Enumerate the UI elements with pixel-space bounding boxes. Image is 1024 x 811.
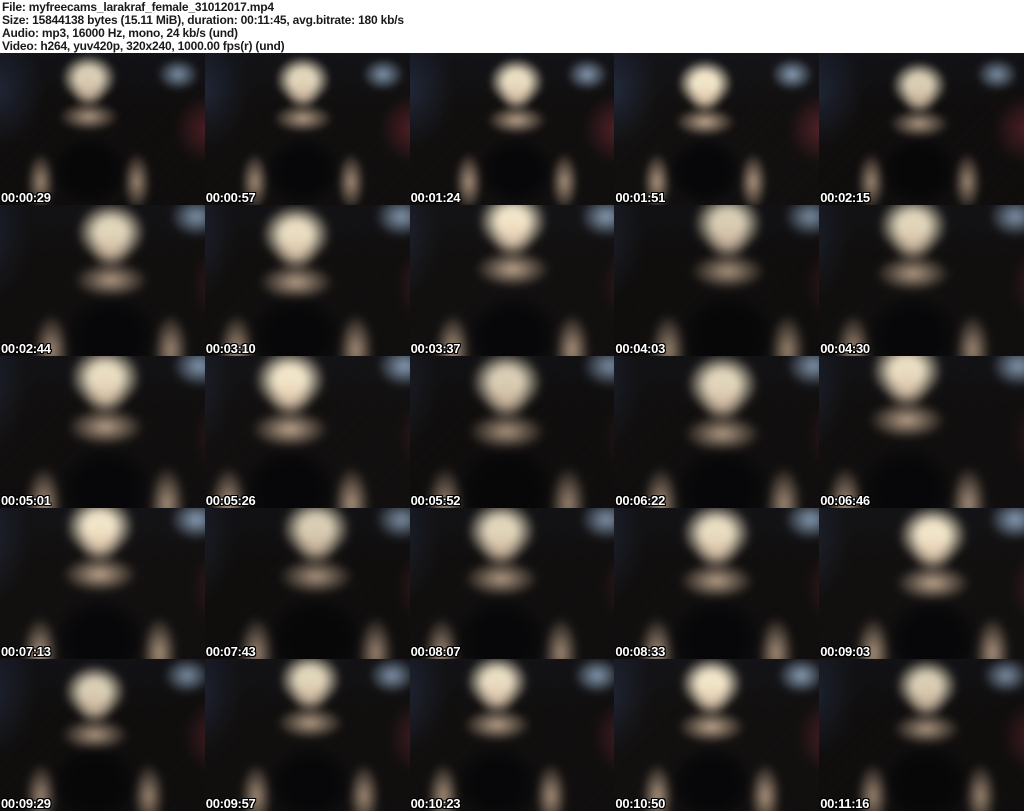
video-thumbnail: 00:07:43 (204, 507, 410, 660)
timestamp-label: 00:03:37 (410, 341, 461, 357)
timestamp-label: 00:01:24 (410, 189, 461, 205)
thumbnail-frame-image (204, 659, 410, 811)
thumbnail-frame-image (819, 507, 1024, 660)
thumbnail-frame-image (0, 659, 205, 811)
thumbnail-frame-image (819, 53, 1024, 205)
media-info-header: File: myfreecams_larakraf_female_3101201… (0, 0, 1024, 53)
thumbnail-frame-image (614, 53, 820, 205)
thumbnail-frame-image (204, 507, 410, 660)
video-thumbnail: 00:11:16 (819, 659, 1024, 811)
thumbnail-frame-image (409, 659, 615, 811)
video-thumbnail: 00:04:30 (819, 204, 1024, 357)
video-thumbnail: 00:01:51 (614, 53, 820, 205)
thumbnail-frame-image (0, 204, 205, 357)
timestamp-label: 00:00:29 (1, 189, 51, 205)
thumbnail-frame-image (409, 356, 615, 508)
thumbnail-grid: 00:00:29 00:00:57 00:01:24 00:01:51 00:0… (0, 53, 1024, 811)
thumbnail-frame-image (819, 204, 1024, 357)
thumbnail-frame-image (0, 356, 205, 508)
timestamp-label: 00:05:52 (410, 492, 461, 508)
thumbnail-sheet: File: myfreecams_larakraf_female_3101201… (0, 0, 1024, 811)
timestamp-label: 00:05:26 (205, 492, 256, 508)
timestamp-label: 00:04:03 (615, 341, 666, 357)
video-thumbnail: 00:06:46 (819, 356, 1024, 508)
video-thumbnail: 00:05:01 (0, 356, 205, 508)
thumbnail-frame-image (409, 53, 615, 205)
video-thumbnail: 00:07:13 (0, 507, 205, 660)
thumbnail-frame-image (614, 204, 820, 357)
timestamp-label: 00:02:44 (1, 341, 51, 357)
timestamp-label: 00:00:57 (205, 189, 256, 205)
video-thumbnail: 00:03:10 (204, 204, 410, 357)
timestamp-label: 00:05:01 (1, 492, 51, 508)
video-thumbnail: 00:03:37 (409, 204, 615, 357)
video-thumbnail: 00:02:44 (0, 204, 205, 357)
thumbnail-frame-image (204, 53, 410, 205)
video-thumbnail: 00:08:07 (409, 507, 615, 660)
thumbnail-frame-image (204, 204, 410, 357)
timestamp-label: 00:07:13 (1, 644, 51, 660)
timestamp-label: 00:09:03 (820, 644, 870, 660)
thumbnail-frame-image (0, 507, 205, 660)
video-thumbnail: 00:08:33 (614, 507, 820, 660)
thumbnail-frame-image (614, 507, 820, 660)
timestamp-label: 00:10:50 (615, 796, 666, 811)
video-thumbnail: 00:00:29 (0, 53, 205, 205)
video-thumbnail: 00:02:15 (819, 53, 1024, 205)
timestamp-label: 00:03:10 (205, 341, 256, 357)
timestamp-label: 00:08:33 (615, 644, 666, 660)
thumbnail-frame-image (409, 507, 615, 660)
timestamp-label: 00:10:23 (410, 796, 461, 811)
thumbnail-frame-image (0, 53, 205, 205)
timestamp-label: 00:09:29 (1, 796, 51, 811)
timestamp-label: 00:08:07 (410, 644, 461, 660)
video-thumbnail: 00:05:52 (409, 356, 615, 508)
timestamp-label: 00:06:46 (820, 492, 870, 508)
video-thumbnail: 00:06:22 (614, 356, 820, 508)
thumbnail-frame-image (614, 659, 820, 811)
video-thumbnail: 00:09:29 (0, 659, 205, 811)
timestamp-label: 00:09:57 (205, 796, 256, 811)
timestamp-label: 00:06:22 (615, 492, 666, 508)
timestamp-label: 00:11:16 (820, 796, 870, 811)
thumbnail-frame-image (409, 204, 615, 357)
timestamp-label: 00:04:30 (820, 341, 870, 357)
thumbnail-frame-image (819, 659, 1024, 811)
thumbnail-frame-image (204, 356, 410, 508)
timestamp-label: 00:07:43 (205, 644, 256, 660)
video-thumbnail: 00:05:26 (204, 356, 410, 508)
video-thumbnail: 00:09:57 (204, 659, 410, 811)
video-thumbnail: 00:10:50 (614, 659, 820, 811)
video-thumbnail: 00:01:24 (409, 53, 615, 205)
video-thumbnail: 00:00:57 (204, 53, 410, 205)
thumbnail-frame-image (614, 356, 820, 508)
video-thumbnail: 00:10:23 (409, 659, 615, 811)
timestamp-label: 00:02:15 (820, 189, 870, 205)
video-thumbnail: 00:04:03 (614, 204, 820, 357)
thumbnail-frame-image (819, 356, 1024, 508)
media-info-video: Video: h264, yuv420p, 320x240, 1000.00 f… (2, 39, 285, 53)
video-thumbnail: 00:09:03 (819, 507, 1024, 660)
timestamp-label: 00:01:51 (615, 189, 666, 205)
